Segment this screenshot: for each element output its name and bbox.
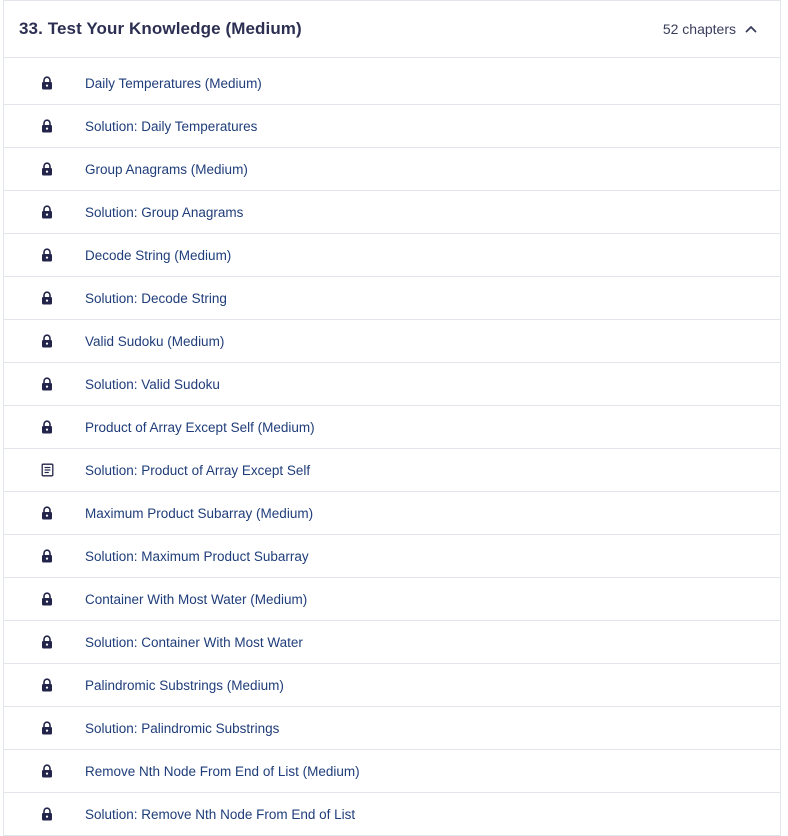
chapter-item[interactable]: Valid Sudoku (Medium)	[4, 320, 780, 363]
chapter-link[interactable]: Solution: Container With Most Water	[85, 635, 303, 650]
chapter-link[interactable]: Solution: Product of Array Except Self	[85, 463, 310, 478]
lock-icon	[40, 764, 54, 778]
section-meta: 52 chapters	[663, 21, 758, 37]
chapter-list: Daily Temperatures (Medium) Solution: Dai…	[4, 58, 780, 836]
lock-icon	[40, 549, 54, 563]
chapter-item[interactable]: Container With Most Water (Medium)	[4, 578, 780, 621]
chapter-link[interactable]: Solution: Maximum Product Subarray	[85, 549, 309, 564]
chapter-item[interactable]: Solution: Daily Temperatures	[4, 105, 780, 148]
lock-icon	[40, 248, 54, 262]
chapter-item[interactable]: Decode String (Medium)	[4, 234, 780, 277]
lock-icon	[40, 76, 54, 90]
chapter-link[interactable]: Solution: Remove Nth Node From End of Li…	[85, 807, 355, 822]
chapter-item[interactable]: Group Anagrams (Medium)	[4, 148, 780, 191]
lock-icon	[40, 592, 54, 606]
chapter-link[interactable]: Product of Array Except Self (Medium)	[85, 420, 315, 435]
chapter-link[interactable]: Solution: Daily Temperatures	[85, 119, 257, 134]
lock-icon	[40, 807, 54, 821]
chapter-link[interactable]: Palindromic Substrings (Medium)	[85, 678, 284, 693]
chapter-item[interactable]: Solution: Product of Array Except Self	[4, 449, 780, 492]
chapter-item[interactable]: Solution: Valid Sudoku	[4, 363, 780, 406]
chapter-link[interactable]: Daily Temperatures (Medium)	[85, 76, 262, 91]
chapter-link[interactable]: Solution: Valid Sudoku	[85, 377, 220, 392]
lock-icon	[40, 635, 54, 649]
chevron-up-icon[interactable]	[744, 22, 758, 36]
course-section-panel: 33. Test Your Knowledge (Medium) 52 chap…	[3, 0, 781, 836]
lock-icon	[40, 291, 54, 305]
chapter-item[interactable]: Remove Nth Node From End of List (Medium…	[4, 750, 780, 793]
chapter-link[interactable]: Container With Most Water (Medium)	[85, 592, 307, 607]
chapter-item[interactable]: Solution: Container With Most Water	[4, 621, 780, 664]
lock-icon	[40, 162, 54, 176]
chapter-link[interactable]: Solution: Decode String	[85, 291, 227, 306]
chapter-item[interactable]: Solution: Palindromic Substrings	[4, 707, 780, 750]
lock-icon	[40, 420, 54, 434]
chapter-item[interactable]: Solution: Remove Nth Node From End of Li…	[4, 793, 780, 836]
lock-icon	[40, 721, 54, 735]
chapter-link[interactable]: Solution: Palindromic Substrings	[85, 721, 279, 736]
chapter-count: 52 chapters	[662, 21, 736, 37]
chapter-item[interactable]: Product of Array Except Self (Medium)	[4, 406, 780, 449]
chapter-link[interactable]: Decode String (Medium)	[85, 248, 231, 263]
chapter-item[interactable]: Daily Temperatures (Medium)	[4, 58, 780, 105]
chapter-link[interactable]: Valid Sudoku (Medium)	[85, 334, 224, 349]
chapter-link[interactable]: Group Anagrams (Medium)	[85, 162, 248, 177]
lock-icon	[40, 377, 54, 391]
document-icon	[40, 463, 54, 477]
chapter-link[interactable]: Maximum Product Subarray (Medium)	[85, 506, 313, 521]
chapter-item[interactable]: Solution: Group Anagrams	[4, 191, 780, 234]
chapter-item[interactable]: Solution: Decode String	[4, 277, 780, 320]
lock-icon	[40, 334, 54, 348]
lock-icon	[40, 119, 54, 133]
chapter-item[interactable]: Solution: Maximum Product Subarray	[4, 535, 780, 578]
section-header[interactable]: 33. Test Your Knowledge (Medium) 52 chap…	[4, 1, 780, 58]
chapter-item[interactable]: Palindromic Substrings (Medium)	[4, 664, 780, 707]
chapter-link[interactable]: Remove Nth Node From End of List (Medium…	[85, 764, 360, 779]
chapter-link[interactable]: Solution: Group Anagrams	[85, 205, 243, 220]
lock-icon	[40, 678, 54, 692]
chapter-item[interactable]: Maximum Product Subarray (Medium)	[4, 492, 780, 535]
lock-icon	[40, 506, 54, 520]
lock-icon	[40, 205, 54, 219]
section-title: 33. Test Your Knowledge (Medium)	[19, 19, 302, 38]
